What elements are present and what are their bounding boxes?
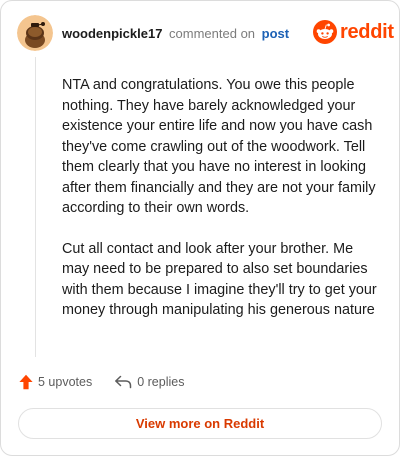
upvote-button[interactable]: 5 upvotes xyxy=(19,374,92,390)
reply-count: 0 replies xyxy=(137,375,185,389)
reddit-snoo-icon xyxy=(313,20,337,44)
username[interactable]: woodenpickle17 xyxy=(62,26,162,41)
comment-card: woodenpickle17 commented on post reddit … xyxy=(0,0,400,456)
reply-button[interactable]: 0 replies xyxy=(114,375,184,389)
comment-paragraph: Cut all contact and look after your brot… xyxy=(62,240,377,319)
comment-paragraph: NTA and congratulations. You owe this pe… xyxy=(62,77,376,216)
reddit-wordmark: reddit xyxy=(340,21,394,43)
comment-actions: 5 upvotes 0 replies xyxy=(19,374,184,390)
comment-header: woodenpickle17 commented on post xyxy=(62,26,289,42)
comment-body: NTA and congratulations. You owe this pe… xyxy=(62,75,380,341)
avatar[interactable] xyxy=(17,15,53,51)
upvote-arrow-icon xyxy=(19,374,33,390)
snoo-avatar-icon xyxy=(17,15,53,51)
commented-label: commented on xyxy=(169,26,256,41)
view-more-button[interactable]: View more on Reddit xyxy=(18,408,382,439)
reply-arrow-icon xyxy=(115,375,132,389)
upvote-count: 5 upvotes xyxy=(38,375,93,389)
reddit-logo[interactable]: reddit xyxy=(313,19,394,45)
post-link[interactable]: post xyxy=(262,26,289,41)
thread-line xyxy=(35,57,36,357)
